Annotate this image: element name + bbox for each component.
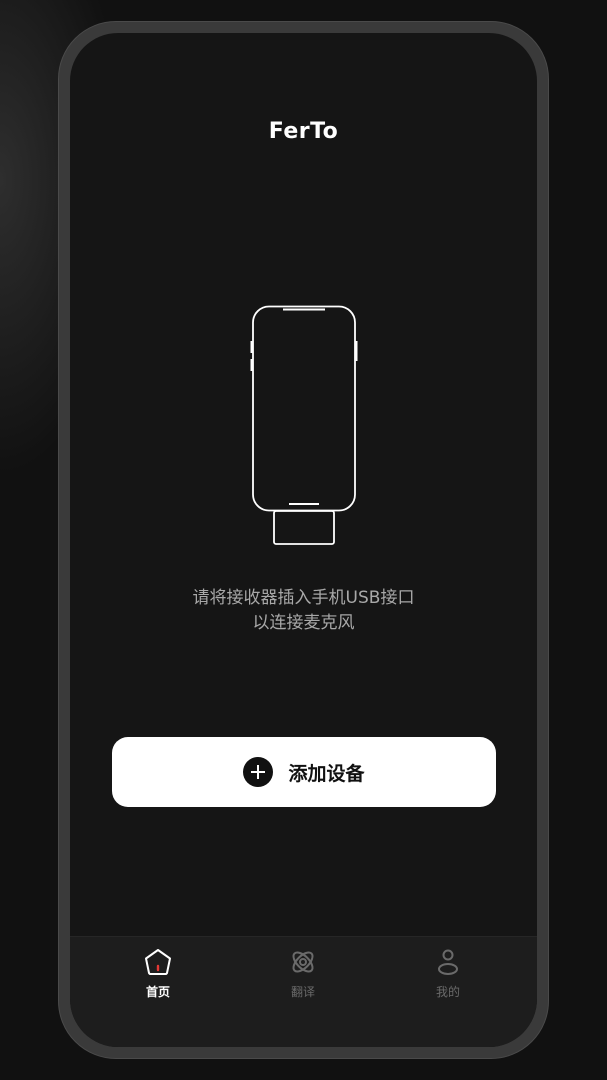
- add-device-button[interactable]: 添加设备: [112, 737, 496, 807]
- tab-mine-label: 我的: [435, 985, 460, 999]
- instruction-text: 请将接收器插入手机USB接口 以连接麦克风: [70, 586, 537, 636]
- instruction-line-2: 以连接麦克风: [252, 613, 355, 633]
- plus-circle-icon: [243, 757, 274, 787]
- add-device-label: 添加设备: [288, 762, 365, 785]
- app-screen: FerTo 请将接收器插入手机USB接口 以连接麦克风 添加设备 首页 翻译 我…: [70, 33, 537, 1047]
- profile-icon: [438, 949, 458, 975]
- phone-frame: FerTo 请将接收器插入手机USB接口 以连接麦克风 添加设备 首页 翻译 我…: [58, 21, 549, 1059]
- tab-translate[interactable]: 翻译: [263, 947, 343, 1007]
- bottom-tab-bar: 首页 翻译 我的: [70, 936, 537, 1047]
- tab-mine[interactable]: 我的: [408, 947, 488, 1007]
- tab-translate-label: 翻译: [290, 985, 315, 999]
- phone-receiver-illustration: [250, 305, 358, 545]
- instruction-line-1: 请将接收器插入手机USB接口: [192, 588, 415, 608]
- tab-home[interactable]: 首页: [118, 947, 198, 1007]
- translate-icon: [292, 951, 314, 973]
- app-title: FerTo: [268, 119, 339, 144]
- home-icon: [145, 949, 171, 975]
- tab-home-label: 首页: [145, 985, 170, 999]
